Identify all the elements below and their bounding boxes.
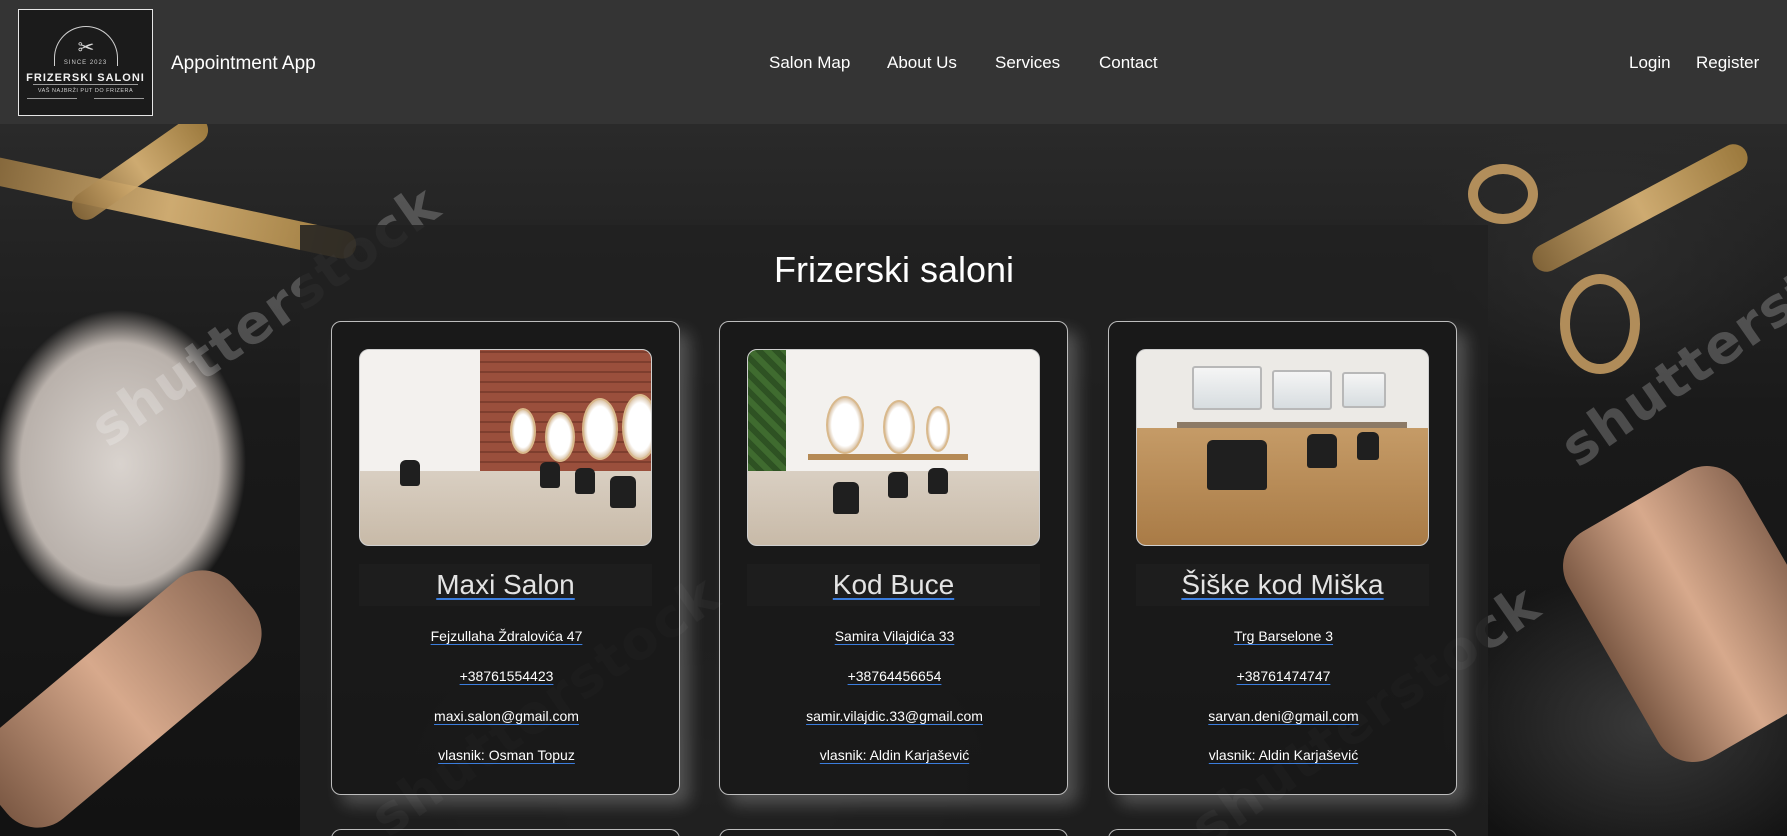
photo-mirror [1342, 372, 1386, 408]
photo-chair [575, 468, 595, 494]
bottle-decoration [1548, 451, 1787, 777]
salon-owner-link[interactable]: vlasnik: Aldin Karjašević [720, 747, 1069, 763]
photo-chair [1307, 434, 1337, 468]
page-title: Frizerski saloni [773, 249, 1015, 290]
salon-email-link[interactable]: samir.vilajdic.33@gmail.com [720, 708, 1069, 724]
nav-link-about-us[interactable]: About Us [887, 53, 957, 73]
salon-address-link[interactable]: Fejzullaha Ždralovića 47 [332, 628, 681, 644]
salon-owner-link[interactable]: vlasnik: Osman Topuz [332, 747, 681, 763]
photo-mirror [582, 398, 618, 460]
photo-chair [928, 468, 948, 494]
brand-name-link[interactable]: Appointment App [171, 53, 316, 75]
salon-owner-link[interactable]: vlasnik: Aldin Karjašević [1109, 747, 1458, 763]
salon-name-link[interactable]: Šiške kod Miška [1136, 564, 1429, 606]
nav-link-services[interactable]: Services [995, 53, 1060, 73]
salon-photo[interactable] [1136, 349, 1429, 546]
scissors-ring-decoration [1468, 164, 1538, 224]
salon-card[interactable]: Maxi Salon Fejzullaha Ždralovića 47 +387… [331, 321, 680, 795]
photo-counter [1177, 422, 1407, 428]
logo-name-text: FRIZERSKI SALONI [26, 72, 145, 84]
top-navbar: ✂ SINCE 2023 FRIZERSKI SALONI VAŠ NAJBRŽ… [0, 0, 1787, 124]
nav-link-contact[interactable]: Contact [1099, 53, 1158, 73]
photo-chair [1207, 440, 1267, 490]
salon-email-link[interactable]: maxi.salon@gmail.com [332, 708, 681, 724]
nav-link-salon-map[interactable]: Salon Map [769, 53, 850, 73]
photo-plant-wall [748, 350, 786, 471]
salon-card-partial[interactable] [719, 829, 1068, 836]
logo-since-text: SINCE 2023 [63, 60, 108, 66]
bottle-decoration [0, 554, 278, 836]
salon-phone-link[interactable]: +38761474747 [1109, 668, 1458, 684]
photo-mirror [622, 394, 651, 460]
scissors-ring-decoration [1560, 274, 1640, 374]
salon-address-link[interactable]: Samira Vilajdića 33 [720, 628, 1069, 644]
photo-mirror [883, 400, 915, 454]
salon-card-partial[interactable] [1108, 829, 1457, 836]
register-link[interactable]: Register [1696, 53, 1759, 73]
salon-name-link[interactable]: Maxi Salon [359, 564, 652, 606]
photo-chair [540, 462, 560, 488]
brand-logo[interactable]: ✂ SINCE 2023 FRIZERSKI SALONI VAŠ NAJBRŽ… [18, 9, 153, 116]
logo-tagline-text: VAŠ NAJBRŽI PUT DO FRIZERA [37, 88, 134, 94]
photo-chair [833, 482, 859, 514]
photo-mirror [826, 396, 864, 454]
salon-card[interactable]: Šiške kod Miška Trg Barselone 3 +3876147… [1108, 321, 1457, 795]
photo-mirror [926, 406, 950, 452]
photo-chair [888, 472, 908, 498]
login-link[interactable]: Login [1629, 53, 1671, 73]
photo-mirror [1272, 370, 1332, 410]
salon-photo[interactable] [747, 349, 1040, 546]
salon-phone-link[interactable]: +38764456654 [720, 668, 1069, 684]
logo-divider [94, 98, 144, 99]
scissors-blade-decoration [1527, 139, 1753, 277]
salon-address-link[interactable]: Trg Barselone 3 [1109, 628, 1458, 644]
salon-card-partial[interactable] [331, 829, 680, 836]
photo-chair [400, 460, 420, 486]
salons-panel: Frizerski saloni Maxi Salon Fejzullaha Ž… [300, 225, 1488, 836]
salon-card[interactable]: Kod Buce Samira Vilajdića 33 +3876445665… [719, 321, 1068, 795]
salon-name-link[interactable]: Kod Buce [747, 564, 1040, 606]
scissors-icon: ✂ [77, 35, 95, 59]
salon-email-link[interactable]: sarvan.deni@gmail.com [1109, 708, 1458, 724]
photo-mirror [545, 412, 575, 462]
photo-mirror [1192, 366, 1262, 410]
photo-chair [610, 476, 636, 508]
salon-photo[interactable] [359, 349, 652, 546]
photo-counter [808, 454, 968, 460]
logo-divider [27, 98, 77, 99]
photo-floor [1137, 428, 1428, 545]
logo-divider [33, 84, 138, 85]
photo-chair [1357, 432, 1379, 460]
salon-phone-link[interactable]: +38761554423 [332, 668, 681, 684]
photo-mirror [510, 408, 536, 454]
